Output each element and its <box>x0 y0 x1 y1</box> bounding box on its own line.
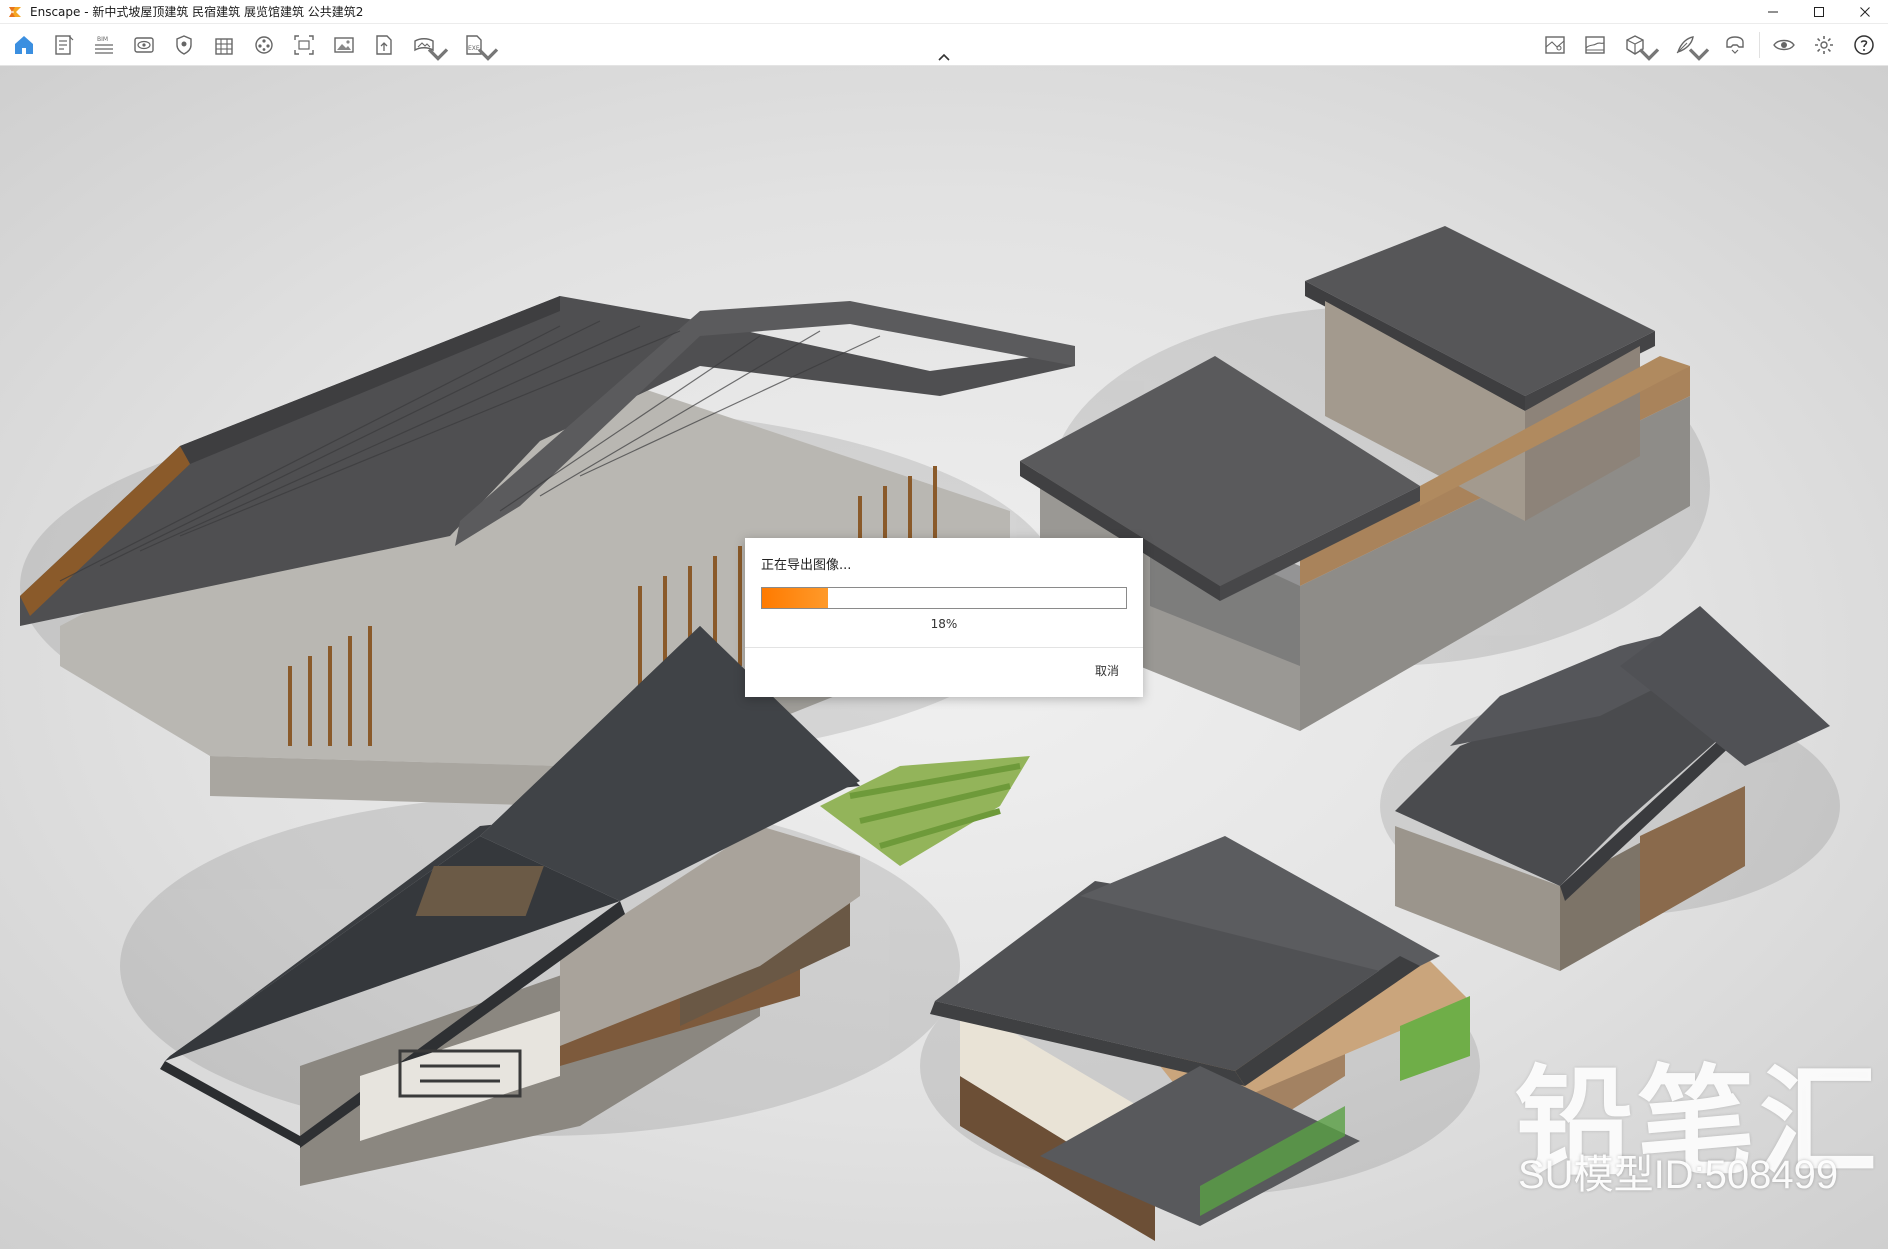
help-icon <box>1854 35 1874 55</box>
maximize-button[interactable] <box>1796 0 1842 24</box>
settings-button[interactable] <box>1804 27 1844 63</box>
maximize-icon <box>1814 7 1824 17</box>
chevron-down-icon <box>1688 48 1710 61</box>
window-controls <box>1750 0 1888 24</box>
title-bar: Enscape - 新中式坡屋顶建筑 民宿建筑 展览馆建筑 公共建筑2 <box>0 0 1888 24</box>
toolbar-right-group <box>1535 24 1884 66</box>
toolbar-separator <box>1759 32 1760 58</box>
frame-capture-icon <box>294 35 314 55</box>
home-icon <box>15 36 33 54</box>
export-doc-button[interactable] <box>44 27 84 63</box>
chevron-up-icon[interactable] <box>936 51 952 63</box>
gear-icon <box>1815 36 1833 54</box>
chevron-down-icon <box>477 48 499 61</box>
progress-percent: 18% <box>930 617 958 631</box>
main-toolbar: BIM EXE <box>0 24 1888 66</box>
export-progress-dialog: 正在导出图像... 18% 取消 <box>745 538 1143 697</box>
cube-button[interactable] <box>1615 27 1665 63</box>
site-map-button[interactable] <box>1535 27 1575 63</box>
dialog-title: 正在导出图像... <box>761 558 852 573</box>
vr-headset-icon <box>1726 36 1744 54</box>
frame-capture-button[interactable] <box>284 27 324 63</box>
progress-fill <box>762 588 828 608</box>
bim-icon: BIM <box>95 36 113 54</box>
close-icon <box>1860 7 1870 17</box>
shield-icon <box>176 35 192 55</box>
view-button[interactable] <box>124 27 164 63</box>
image-button[interactable] <box>324 27 364 63</box>
svg-text:BIM: BIM <box>97 36 108 43</box>
chevron-down-icon <box>1638 48 1660 61</box>
exe-export-button[interactable]: EXE <box>454 27 504 63</box>
progress-bar <box>761 587 1127 609</box>
file-export-icon <box>376 35 392 55</box>
site-map-icon <box>1545 36 1565 54</box>
document-icon <box>55 35 74 55</box>
shield-button[interactable] <box>164 27 204 63</box>
toolbar-left-group: BIM EXE <box>4 24 504 66</box>
bim-button[interactable]: BIM <box>84 27 124 63</box>
video-reel-icon <box>255 36 273 54</box>
building-icon <box>215 38 233 55</box>
chevron-down-icon <box>427 48 449 61</box>
visual-settings-button[interactable] <box>1764 27 1804 63</box>
export-file-button[interactable] <box>364 27 404 63</box>
enscape-logo-icon <box>9 6 21 17</box>
cancel-button[interactable]: 取消 <box>1095 662 1119 679</box>
help-button[interactable] <box>1844 27 1884 63</box>
landscape-button[interactable] <box>1575 27 1615 63</box>
eye-settings-icon <box>1773 39 1795 51</box>
close-button[interactable] <box>1842 0 1888 24</box>
image-icon <box>334 37 354 53</box>
dialog-divider <box>745 647 1143 648</box>
video-button[interactable] <box>244 27 284 63</box>
feather-button[interactable] <box>1665 27 1715 63</box>
landscape-icon <box>1585 36 1605 54</box>
minimize-icon <box>1768 11 1778 13</box>
eye-icon <box>134 37 154 53</box>
panorama-button[interactable] <box>404 27 454 63</box>
watermark-model-id: SU模型ID:508499 <box>1518 1153 1839 1197</box>
window-title: Enscape - 新中式坡屋顶建筑 民宿建筑 展览馆建筑 公共建筑2 <box>30 5 364 19</box>
building-button[interactable] <box>204 27 244 63</box>
minimize-button[interactable] <box>1750 0 1796 24</box>
home-button[interactable] <box>4 27 44 63</box>
vr-headset-button[interactable] <box>1715 27 1755 63</box>
